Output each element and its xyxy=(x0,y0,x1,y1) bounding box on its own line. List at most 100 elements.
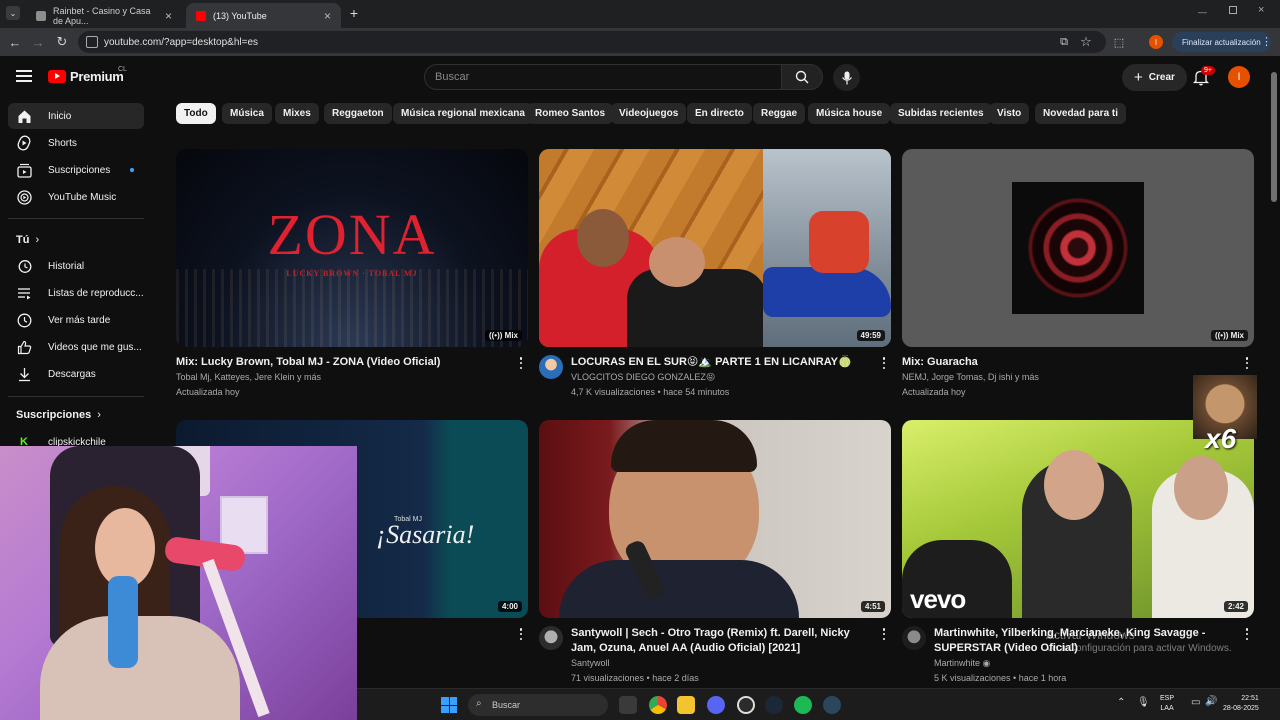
tray-clock[interactable]: 22:51 28-08-2025 xyxy=(1223,694,1259,714)
video-thumbnail[interactable]: ((•)) Mix xyxy=(902,149,1254,347)
steam-alt-icon[interactable] xyxy=(823,696,841,714)
update-button[interactable]: Finalizar actualización xyxy=(1172,32,1271,52)
sidebar-item-ver-mas-tarde[interactable]: Ver más tarde xyxy=(8,307,144,333)
create-label: Crear xyxy=(1148,72,1175,83)
profile-avatar[interactable]: I xyxy=(1149,35,1163,49)
filter-chip[interactable]: Música house xyxy=(808,103,891,124)
install-app-icon[interactable]: ⧉ xyxy=(1055,33,1073,51)
minimize-window-icon[interactable]: — xyxy=(1198,7,1207,17)
reload-icon[interactable]: ↻ xyxy=(53,33,71,51)
filter-chip[interactable]: Videojuegos xyxy=(611,103,687,124)
address-bar[interactable]: youtube.com/?app=desktop&hl=es xyxy=(78,31,1106,53)
channel-avatar[interactable] xyxy=(902,626,926,650)
video-thumbnail[interactable]: ZONA LUCKY BROWN · TOBAL MJ ((•)) Mix xyxy=(176,149,528,347)
task-view-icon[interactable] xyxy=(619,696,637,714)
spotify-icon[interactable] xyxy=(794,696,812,714)
tray-microphone-icon[interactable]: 🎙 xyxy=(1137,697,1150,708)
video-channel-name[interactable]: VLOGCITOS DIEGO GONZALEZ😝 xyxy=(571,370,715,385)
tray-volume-icon[interactable]: 🔊 xyxy=(1205,696,1217,707)
video-title[interactable]: LOCURAS EN EL SUR😝🏔️ PARTE 1 EN LICANRAY… xyxy=(571,355,871,370)
tab-search-button[interactable]: ⌄ xyxy=(6,6,20,20)
menu-hamburger-icon[interactable] xyxy=(16,70,32,82)
more-actions-icon[interactable] xyxy=(516,627,526,641)
sidebar-item-label: Shorts xyxy=(48,137,77,149)
channel-avatar[interactable] xyxy=(539,355,563,379)
more-actions-icon[interactable] xyxy=(516,356,526,370)
close-window-icon[interactable]: × xyxy=(1258,4,1264,16)
windows-start-icon[interactable] xyxy=(441,697,457,713)
taskbar-search-input[interactable]: ⌕ Buscar xyxy=(468,694,608,716)
filter-chip[interactable]: Novedad para ti xyxy=(1035,103,1127,124)
account-avatar[interactable]: I xyxy=(1228,66,1250,88)
filter-chip[interactable]: Todo xyxy=(176,103,216,124)
tray-language-indicator[interactable]: ESP LAA xyxy=(1160,694,1174,714)
tray-network-icon[interactable]: ▭ xyxy=(1191,697,1200,708)
filter-chip[interactable]: Visto xyxy=(989,103,1030,124)
browser-tab-rainbet[interactable]: Rainbet - Casino y Casa de Apu... × xyxy=(26,3,182,28)
browser-menu-icon[interactable]: ⋮ xyxy=(1261,35,1272,48)
tab-close-icon[interactable]: × xyxy=(324,9,331,23)
video-title[interactable]: Mix: Lucky Brown, Tobal MJ - ZONA (Video… xyxy=(176,355,506,370)
tray-chevron-icon[interactable]: ⌃ xyxy=(1117,697,1125,708)
filter-chip[interactable]: En directo xyxy=(687,103,752,124)
video-channel-name[interactable]: Martinwhite ◉ xyxy=(934,656,990,671)
video-thumbnail[interactable]: 4:51 xyxy=(539,420,891,618)
steam-icon[interactable] xyxy=(765,696,783,714)
sidebar-item-videos-me-gustan[interactable]: Videos que me gus... xyxy=(8,334,144,360)
sidebar-item-shorts[interactable]: Shorts xyxy=(8,130,144,156)
discord-icon[interactable] xyxy=(707,696,725,714)
sidebar-item-label: Suscripciones xyxy=(48,164,111,176)
filter-chip[interactable]: Subidas recientes xyxy=(890,103,992,124)
video-channel-name[interactable]: Santywoll xyxy=(571,656,610,671)
more-actions-icon[interactable] xyxy=(879,627,889,641)
sidebar-item-descargas[interactable]: Descargas xyxy=(8,361,144,387)
search-button[interactable] xyxy=(781,64,823,90)
file-explorer-icon[interactable] xyxy=(677,696,695,714)
forward-arrow-icon[interactable]: → xyxy=(29,33,47,51)
filter-chip[interactable]: Música xyxy=(222,103,272,124)
filter-chip[interactable]: Reggae xyxy=(753,103,806,124)
sidebar-item-youtube-music[interactable]: YouTube Music xyxy=(8,184,144,210)
chevron-right-icon: › xyxy=(97,409,101,421)
video-views-time: 4,7 K visualizaciones • hace 54 minutos xyxy=(571,387,730,397)
sidebar-item-inicio[interactable]: Inicio xyxy=(8,103,144,129)
voice-search-button[interactable] xyxy=(833,64,860,91)
shorts-icon xyxy=(16,135,32,151)
youtube-premium-logo[interactable]: Premium CL xyxy=(48,66,127,84)
restore-window-icon[interactable] xyxy=(1229,6,1237,14)
thumbnail-face-1 xyxy=(577,209,629,267)
filter-chip[interactable]: Mixes xyxy=(275,103,319,124)
search-input[interactable]: Buscar xyxy=(424,64,782,90)
video-thumbnail[interactable]: 49:59 xyxy=(539,149,891,347)
scrollbar-thumb[interactable] xyxy=(1271,72,1277,202)
sidebar-subscriptions-heading[interactable]: Suscripciones › xyxy=(16,409,101,421)
extensions-icon[interactable]: ⬚ xyxy=(1110,33,1128,51)
more-actions-icon[interactable] xyxy=(1242,627,1252,641)
obs-icon[interactable] xyxy=(737,696,755,714)
bookmark-star-icon[interactable]: ☆ xyxy=(1077,33,1095,51)
create-button[interactable]: + Crear xyxy=(1122,64,1187,91)
more-actions-icon[interactable] xyxy=(879,356,889,370)
sidebar-item-historial[interactable]: Historial xyxy=(8,253,144,279)
sidebar-you-heading[interactable]: Tú › xyxy=(16,234,39,246)
video-title[interactable]: Mix: Guaracha xyxy=(902,355,1232,370)
tab-close-icon[interactable]: × xyxy=(165,9,172,23)
more-actions-icon[interactable] xyxy=(1242,356,1252,370)
page-scrollbar[interactable] xyxy=(1268,56,1280,688)
filter-chip[interactable]: Reggaeton xyxy=(324,103,392,124)
filter-chip[interactable]: Música regional mexicana xyxy=(393,103,533,124)
channel-avatar[interactable] xyxy=(539,626,563,650)
filter-chip[interactable]: Romeo Santos xyxy=(527,103,614,124)
site-info-icon[interactable] xyxy=(86,36,98,48)
chrome-icon[interactable] xyxy=(649,696,667,714)
video-title[interactable]: Santywoll | Sech - Otro Trago (Remix) ft… xyxy=(571,626,871,656)
activation-line2: Ve a Configuración para activar Windows. xyxy=(1046,643,1232,654)
new-tab-button[interactable]: + xyxy=(346,5,362,21)
playlists-icon xyxy=(16,285,32,301)
video-thumbnail[interactable]: vevo 2:42 xyxy=(902,420,1254,618)
browser-tab-youtube[interactable]: (13) YouTube × xyxy=(186,3,341,28)
sidebar-item-playlists[interactable]: Listas de reproducc... xyxy=(8,280,144,306)
back-arrow-icon[interactable]: ← xyxy=(6,33,24,51)
sidebar-item-suscripciones[interactable]: Suscripciones xyxy=(8,157,144,183)
mix-label: Mix xyxy=(504,331,518,340)
